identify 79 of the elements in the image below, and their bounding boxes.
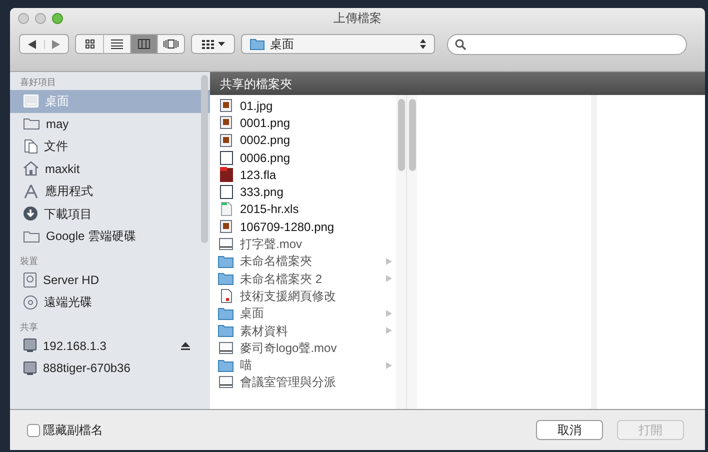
sidebar-item[interactable]: 192.168.1.3	[10, 334, 210, 357]
sidebar-item[interactable]: 遠端光碟	[10, 291, 210, 314]
sidebar-item[interactable]: maxkit	[10, 158, 210, 180]
folder-icon	[23, 117, 40, 130]
movie-file-icon	[219, 238, 233, 250]
file-row[interactable]: 0001.png	[210, 114, 406, 132]
folder-icon	[218, 358, 234, 372]
image-file-icon	[220, 134, 232, 147]
folder-icon	[23, 230, 40, 243]
sidebar-item[interactable]: 888tiger-670b36	[10, 357, 210, 380]
back-arrow-icon	[28, 40, 36, 48]
image-file-icon	[220, 99, 232, 112]
column-view-icon	[138, 39, 150, 49]
file-row[interactable]: 333.png	[210, 183, 406, 201]
sidebar-item[interactable]: 文件	[10, 135, 210, 158]
icon-view-icon	[84, 39, 94, 49]
sidebar-heading: 喜好項目	[19, 76, 57, 89]
search-icon	[455, 38, 466, 50]
computer-icon	[23, 360, 37, 376]
movie-file-icon	[219, 376, 233, 388]
desktop-icon	[23, 94, 39, 108]
zoom-button[interactable]	[52, 12, 63, 24]
view-mode-button[interactable]	[103, 35, 130, 53]
dialog-button[interactable]: 取消	[536, 420, 603, 440]
column-header: 共享的檔案夾	[210, 72, 705, 95]
scrollbar-thumb[interactable]	[408, 99, 416, 171]
file-row[interactable]: 106709-1280.png	[210, 218, 406, 236]
caret-icon	[218, 42, 224, 46]
view-mode-button[interactable]	[76, 35, 103, 53]
file-row[interactable]: 2015-hr.xls	[210, 200, 406, 218]
sidebar-item[interactable]: Google 雲端硬碟	[10, 225, 210, 248]
search-field[interactable]	[447, 34, 687, 54]
minimize-button[interactable]	[35, 12, 46, 24]
document-file-icon	[220, 288, 232, 303]
download-icon	[23, 206, 38, 222]
blank-file-icon	[220, 150, 232, 165]
cover-flow-icon	[163, 39, 179, 49]
sidebar-heading: 共享	[19, 320, 39, 334]
folder-icon	[250, 38, 265, 50]
sidebar-heading: 裝置	[19, 254, 39, 268]
flash-file-icon	[220, 167, 232, 182]
view-mode-button[interactable]	[157, 35, 184, 53]
house-icon	[23, 161, 39, 176]
location-label: 桌面	[270, 36, 295, 53]
eject-icon[interactable]	[181, 342, 190, 350]
computer-icon	[23, 338, 37, 354]
arrange-button[interactable]	[191, 34, 235, 54]
file-row[interactable]: 01.jpg	[210, 97, 406, 114]
documents-icon	[23, 138, 38, 154]
grid-icon	[202, 40, 214, 48]
image-file-icon	[220, 116, 232, 130]
window-title: 上傳檔案	[334, 10, 382, 27]
close-button[interactable]	[18, 12, 29, 24]
scrollbar-thumb[interactable]	[201, 75, 208, 243]
image-file-icon	[220, 220, 232, 234]
blank-file-icon	[220, 185, 232, 200]
checkbox[interactable]	[27, 424, 40, 436]
location-popup[interactable]: 桌面	[241, 34, 435, 54]
movie-file-icon	[219, 342, 233, 354]
folder-icon	[218, 306, 234, 320]
scrollbar-thumb[interactable]	[398, 99, 404, 171]
sidebar-item[interactable]: may	[10, 112, 210, 135]
sidebar-item[interactable]: 下載項目	[10, 202, 210, 225]
up-down-arrows-icon	[420, 39, 426, 49]
list-view-icon	[111, 39, 123, 49]
file-row[interactable]: 0006.png	[210, 148, 406, 166]
sidebar-item[interactable]: 應用程式	[10, 180, 210, 202]
view-mode-button[interactable]	[130, 35, 157, 53]
apps-icon	[23, 184, 39, 199]
file-row[interactable]: 123.fla	[210, 166, 406, 184]
forward-arrow-icon	[52, 40, 60, 48]
spreadsheet-file-icon	[220, 202, 232, 216]
sidebar-item[interactable]: Server HD	[10, 268, 210, 291]
folder-icon	[218, 272, 234, 286]
checkbox-label: 隱藏副檔名	[43, 422, 103, 439]
folder-icon	[218, 254, 234, 268]
disc-icon	[23, 294, 38, 310]
folder-icon	[218, 324, 234, 337]
file-row[interactable]: 0002.png	[210, 132, 406, 149]
